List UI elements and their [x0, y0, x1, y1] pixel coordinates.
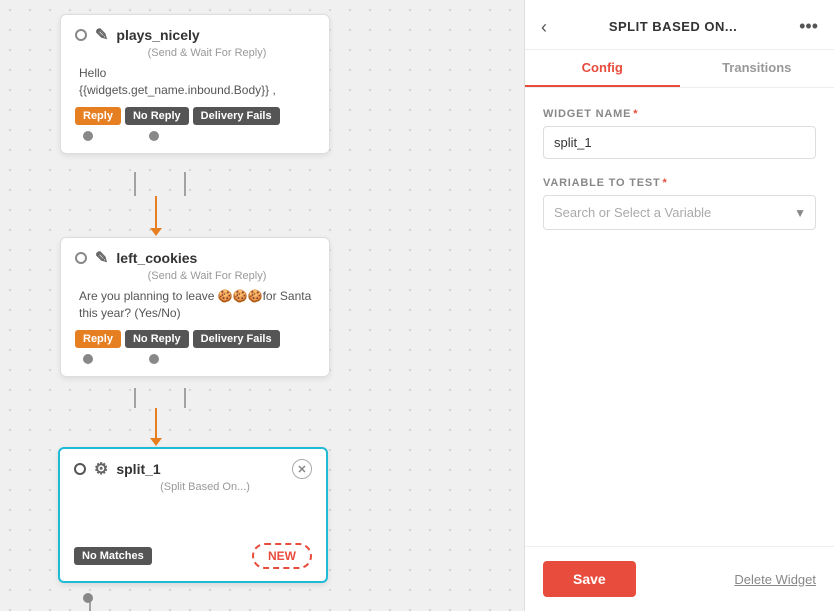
widget-name-input[interactable]: [543, 126, 816, 159]
back-button[interactable]: ‹: [541, 18, 547, 36]
split-footer: No Matches NEW: [74, 543, 312, 569]
flow-canvas: ✎ plays_nicely (Send & Wait For Reply) H…: [0, 0, 524, 611]
tab-config[interactable]: Config: [525, 50, 680, 87]
conn-dot-2: [149, 354, 159, 364]
node-body: Hello{{widgets.get_name.inbound.Body}} ,: [79, 65, 315, 99]
variable-label: VARIABLE TO TEST*: [543, 177, 816, 189]
node-subtype: (Send & Wait For Reply): [99, 270, 315, 282]
bottom-connector-dot: [83, 593, 93, 603]
node-status-dot: [75, 252, 87, 264]
widget-name-label: WIDGET NAME*: [543, 108, 816, 120]
tag-reply: Reply: [75, 107, 121, 125]
node-left-cookies[interactable]: ✎ left_cookies (Send & Wait For Reply) A…: [60, 237, 330, 377]
panel-header: ‹ SPLIT BASED ON... •••: [525, 0, 834, 50]
close-button[interactable]: ✕: [292, 459, 312, 479]
connector-row: [83, 354, 315, 364]
tag-reply: Reply: [75, 330, 121, 348]
no-matches-tag: No Matches: [74, 547, 152, 565]
save-button[interactable]: Save: [543, 561, 636, 597]
tag-delivery-fails: Delivery Fails: [193, 107, 280, 125]
variable-select[interactable]: Search or Select a Variable: [543, 195, 816, 230]
connector-row: [83, 131, 315, 141]
tag-delivery-fails: Delivery Fails: [193, 330, 280, 348]
more-options-button[interactable]: •••: [799, 16, 818, 37]
tags-row: Reply No Reply Delivery Fails: [75, 107, 315, 125]
node-subtype: (Split Based On...): [98, 481, 312, 493]
message-icon: ✎: [95, 248, 108, 268]
node-status-dot: [74, 463, 86, 475]
node-body: Are you planning to leave 🍪🍪🍪for Santa t…: [79, 288, 315, 322]
panel-title: SPLIT BASED ON...: [555, 19, 791, 34]
node-name: plays_nicely: [116, 27, 199, 43]
conn-dot-2: [149, 131, 159, 141]
message-icon: ✎: [95, 25, 108, 45]
conn-dot-1: [83, 131, 93, 141]
right-panel: ‹ SPLIT BASED ON... ••• Config Transitio…: [524, 0, 834, 611]
panel-tabs: Config Transitions: [525, 50, 834, 88]
conn-dot-1: [83, 354, 93, 364]
split-icon: ⚙: [94, 459, 108, 479]
variable-select-wrapper: Search or Select a Variable ▼: [543, 195, 816, 230]
delete-widget-button[interactable]: Delete Widget: [734, 572, 816, 587]
new-condition-button[interactable]: NEW: [252, 543, 312, 569]
panel-footer: Save Delete Widget: [525, 546, 834, 611]
node-name: split_1: [116, 461, 160, 477]
node-plays-nicely[interactable]: ✎ plays_nicely (Send & Wait For Reply) H…: [60, 14, 330, 154]
tag-noreply: No Reply: [125, 107, 189, 125]
node-status-dot: [75, 29, 87, 41]
node-name: left_cookies: [116, 250, 197, 266]
tag-noreply: No Reply: [125, 330, 189, 348]
tab-transitions[interactable]: Transitions: [680, 50, 834, 87]
tags-row: Reply No Reply Delivery Fails: [75, 330, 315, 348]
node-split-1[interactable]: ⚙ split_1 ✕ (Split Based On...) No Match…: [58, 447, 328, 583]
node-subtype: (Send & Wait For Reply): [99, 47, 315, 59]
panel-form: WIDGET NAME* VARIABLE TO TEST* Search or…: [525, 88, 834, 546]
